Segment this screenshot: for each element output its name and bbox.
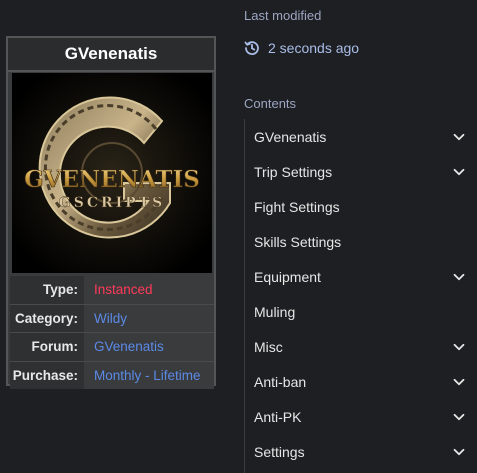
toc-item[interactable]: Settings <box>245 435 477 470</box>
toc-item-label: Fight Settings <box>254 198 340 215</box>
toc-item[interactable]: Misc <box>245 330 477 365</box>
toc-item[interactable]: Trip Settings <box>245 154 477 189</box>
toc-item[interactable]: Anti-PK <box>245 400 477 435</box>
chevron-down-icon[interactable] <box>452 165 466 179</box>
logo-graphic: GVENENATIS GSCRIPTS <box>12 73 212 273</box>
last-modified-heading: Last modified <box>244 8 322 23</box>
chevron-down-icon[interactable] <box>452 130 466 144</box>
gscripts-logo-image: GVENENATIS GSCRIPTS <box>12 73 212 273</box>
chevron-down-icon[interactable] <box>452 270 466 284</box>
toc-item-label: GVenenatis <box>254 128 327 145</box>
chevron-down-icon[interactable] <box>452 340 466 354</box>
infobox-title: GVenenatis <box>8 38 214 72</box>
chevron-down-icon[interactable] <box>452 445 466 459</box>
contents-heading: Contents <box>244 96 297 111</box>
logo-subtitle-text: GSCRIPTS <box>59 195 165 211</box>
row-label: Category: <box>10 304 84 332</box>
toc-item-label: Equipment <box>254 268 321 285</box>
infobox-row-category: Category: Wildy <box>10 303 214 332</box>
row-value-link[interactable]: Instanced <box>84 276 214 304</box>
infobox-row-purchase: Purchase: Monthly - Lifetime <box>10 360 214 389</box>
toc-item-label: Skills Settings <box>254 233 342 250</box>
toc-item-label: Settings <box>254 444 305 461</box>
infobox-row-type: Type: Instanced <box>10 276 214 304</box>
infobox-row-forum: Forum: GVenenatis <box>10 332 214 361</box>
last-modified-text: 2 seconds ago <box>268 40 360 56</box>
toc-item[interactable]: Skills Settings <box>245 224 477 259</box>
infobox-rows: Type: Instanced Category: Wildy Forum: G… <box>10 276 214 389</box>
chevron-down-icon[interactable] <box>452 410 466 424</box>
row-value-link[interactable]: Wildy <box>84 304 214 332</box>
toc-item[interactable]: Muling <box>245 294 477 329</box>
history-icon <box>244 41 259 55</box>
logo-title-text: GVENENATIS <box>24 166 200 193</box>
toc-item-label: Anti-PK <box>254 409 302 426</box>
row-label: Purchase: <box>10 361 84 389</box>
row-value-link[interactable]: GVenenatis <box>84 333 214 361</box>
toc-item[interactable]: GVenenatis <box>245 119 477 154</box>
row-label: Type: <box>10 276 84 304</box>
toc-item[interactable]: Fight Settings <box>245 189 477 224</box>
toc-item[interactable]: Equipment <box>245 259 477 294</box>
chevron-down-icon[interactable] <box>452 375 466 389</box>
row-label: Forum: <box>10 333 84 361</box>
row-value-link[interactable]: Monthly - Lifetime <box>84 361 214 389</box>
last-modified-value[interactable]: 2 seconds ago <box>244 40 359 56</box>
toc-item-label: Anti-ban <box>254 374 307 391</box>
toc-item-label: Muling <box>254 304 296 321</box>
table-of-contents: GVenenatis Trip Settings Fight Settings Ski… <box>244 119 477 473</box>
infobox: GVenenatis GVENENATIS GSCRIPTS Type: Ins… <box>6 36 216 389</box>
toc-item[interactable]: Anti-ban <box>245 365 477 400</box>
toc-item-label: Misc <box>254 339 283 356</box>
toc-item-label: Trip Settings <box>254 163 333 180</box>
